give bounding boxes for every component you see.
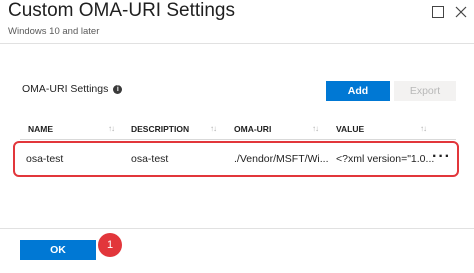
section-heading-label: OMA-URI Settings <box>22 83 109 95</box>
header-divider <box>0 43 474 44</box>
cell-value: <?xml version="1.0... <box>336 153 435 165</box>
column-header-description[interactable]: DESCRIPTION <box>131 124 189 134</box>
sort-icon[interactable]: ↑↓ <box>312 124 319 133</box>
export-button[interactable]: Export <box>394 81 456 101</box>
cell-description: osa-test <box>131 153 169 165</box>
add-button[interactable]: Add <box>326 81 390 101</box>
dialog-title: Custom OMA-URI Settings <box>8 0 235 21</box>
sort-icon[interactable]: ↑↓ <box>108 124 115 133</box>
cell-name: osa-test <box>26 153 64 165</box>
cell-oma-uri: ./Vendor/MSFT/Wi... <box>234 153 329 165</box>
dialog-subtitle: Windows 10 and later <box>8 26 100 37</box>
step-number-badge: 1 <box>98 233 122 257</box>
more-options-icon[interactable]: ··· <box>432 148 451 166</box>
column-header-oma-uri[interactable]: OMA-URI <box>234 124 271 134</box>
section-heading: OMA-URI Settings i <box>22 83 123 95</box>
ok-button[interactable]: OK <box>20 240 96 260</box>
column-header-name[interactable]: NAME <box>28 124 53 134</box>
table-header-divider <box>20 139 456 140</box>
close-icon[interactable] <box>455 6 469 20</box>
maximize-icon[interactable] <box>432 6 446 20</box>
sort-icon[interactable]: ↑↓ <box>420 124 427 133</box>
sort-icon[interactable]: ↑↓ <box>210 124 217 133</box>
footer-divider <box>0 228 474 229</box>
info-icon[interactable]: i <box>113 84 123 94</box>
column-header-value[interactable]: VALUE <box>336 124 364 134</box>
